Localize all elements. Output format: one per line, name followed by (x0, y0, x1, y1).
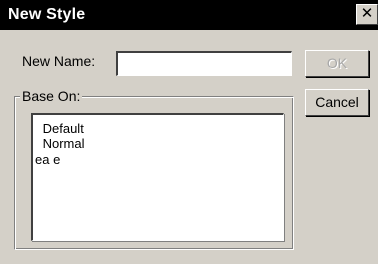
cancel-button[interactable]: Cancel (305, 89, 369, 116)
close-button[interactable]: ✕ (356, 4, 378, 25)
base-on-label: Base On: (20, 88, 83, 104)
list-item-default[interactable]: Default (39, 121, 84, 137)
new-name-input[interactable] (116, 51, 292, 76)
title-bar[interactable]: New Style ✕ (0, 0, 378, 30)
new-name-label: New Name: (22, 53, 96, 69)
close-icon: ✕ (360, 5, 374, 22)
new-style-dialog: New Style ✕ New Name: OK Cancel Base On:… (0, 0, 378, 264)
base-style-list[interactable]: Default Normal ea e (31, 113, 284, 241)
list-item-ea-e[interactable]: ea e (35, 152, 60, 168)
dialog-title: New Style (8, 6, 86, 23)
list-item-normal[interactable]: Normal (39, 136, 85, 152)
ok-button[interactable]: OK (305, 50, 369, 77)
